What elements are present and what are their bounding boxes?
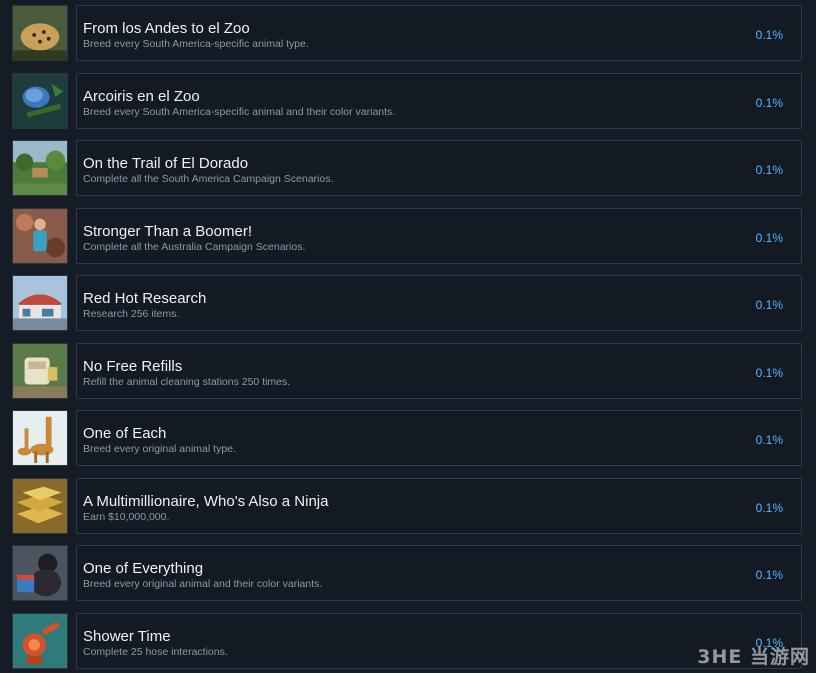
zookeeper-icon — [12, 207, 68, 264]
achievement-description: Breed every South America-specific anima… — [83, 105, 396, 118]
achievement-row: Arcoiris en el Zoo Breed every South Ame… — [0, 72, 816, 129]
achievement-row: Red Hot Research Research 256 items. 0.1… — [0, 275, 816, 331]
achievement-row: Stronger Than a Boomer! Complete all the… — [0, 207, 816, 264]
achievement-card[interactable]: On the Trail of El Dorado Complete all t… — [76, 140, 802, 196]
cleaning-station-icon — [12, 342, 68, 399]
achievement-description: Complete all the Australia Campaign Scen… — [83, 240, 306, 253]
achievement-list: From los Andes to el Zoo Breed every Sou… — [0, 0, 816, 673]
unlock-percentage: 0.1% — [755, 500, 783, 515]
achievement-row: No Free Refills Refill the animal cleani… — [0, 342, 816, 399]
achievement-description: Breed every original animal type. — [83, 443, 236, 455]
achievement-card[interactable]: From los Andes to el Zoo Breed every Sou… — [76, 5, 802, 61]
achievement-title: Shower Time — [83, 627, 171, 645]
achievement-title: A Multimillionaire, Who's Also a Ninja — [83, 492, 329, 510]
achievement-title: No Free Refills — [83, 357, 183, 375]
hose-icon — [12, 612, 68, 669]
building-icon — [12, 275, 68, 331]
unlock-percentage: 0.1% — [755, 568, 783, 582]
unlock-percentage: 0.1% — [755, 433, 783, 447]
watermark-logo: 3HE 当游网 — [697, 646, 810, 668]
achievement-title: Arcoiris en el Zoo — [83, 87, 200, 105]
giraffe-icon — [12, 410, 68, 466]
unlock-percentage: 0.1% — [755, 298, 783, 312]
achievement-title: One of Everything — [83, 560, 204, 577]
gold-bars-icon — [12, 477, 68, 534]
achievement-row: On the Trail of El Dorado Complete all t… — [0, 140, 816, 196]
unlock-percentage: 0.1% — [755, 230, 783, 245]
achievement-title: Red Hot Research — [83, 290, 207, 307]
jaguar-icon — [12, 5, 68, 61]
jungle-icon — [12, 140, 68, 196]
achievement-title: From los Andes to el Zoo — [83, 20, 250, 37]
achievement-description: Complete all the South America Campaign … — [83, 173, 334, 185]
achievement-card[interactable]: Shower Time Complete 25 hose interaction… — [76, 612, 802, 669]
achievement-card[interactable]: Stronger Than a Boomer! Complete all the… — [76, 207, 802, 264]
achievement-row: One of Each Breed every original animal … — [0, 410, 816, 466]
achievement-description: Refill the animal cleaning stations 250 … — [83, 375, 291, 388]
unlock-percentage: 0.1% — [755, 95, 783, 110]
achievement-card[interactable]: One of Each Breed every original animal … — [76, 410, 802, 466]
achievement-title: Stronger Than a Boomer! — [83, 222, 252, 240]
achievement-description: Earn $10,000,000. — [83, 510, 170, 523]
gorilla-icon — [12, 545, 68, 601]
unlock-percentage: 0.1% — [755, 28, 783, 42]
achievement-card[interactable]: No Free Refills Refill the animal cleani… — [76, 342, 802, 399]
unlock-percentage: 0.1% — [755, 365, 783, 380]
unlock-percentage: 0.1% — [755, 163, 783, 177]
achievement-row: Shower Time Complete 25 hose interaction… — [0, 612, 816, 669]
achievement-description: Research 256 items. — [83, 308, 180, 320]
achievement-title: On the Trail of El Dorado — [83, 155, 249, 172]
achievement-row: One of Everything Breed every original a… — [0, 545, 816, 601]
achievement-card[interactable]: A Multimillionaire, Who's Also a Ninja E… — [76, 477, 802, 534]
achievement-card[interactable]: Red Hot Research Research 256 items. 0.1… — [76, 275, 802, 331]
achievement-card[interactable]: Arcoiris en el Zoo Breed every South Ame… — [76, 72, 802, 129]
achievement-description: Breed every original animal and their co… — [83, 578, 323, 590]
achievement-description: Complete 25 hose interactions. — [83, 645, 228, 658]
achievement-row: A Multimillionaire, Who's Also a Ninja E… — [0, 477, 816, 534]
bird-icon — [12, 72, 68, 129]
achievement-row: From los Andes to el Zoo Breed every Sou… — [0, 5, 816, 61]
achievement-description: Breed every South America-specific anima… — [83, 38, 309, 50]
achievement-card[interactable]: One of Everything Breed every original a… — [76, 545, 802, 601]
achievement-title: One of Each — [83, 425, 167, 442]
